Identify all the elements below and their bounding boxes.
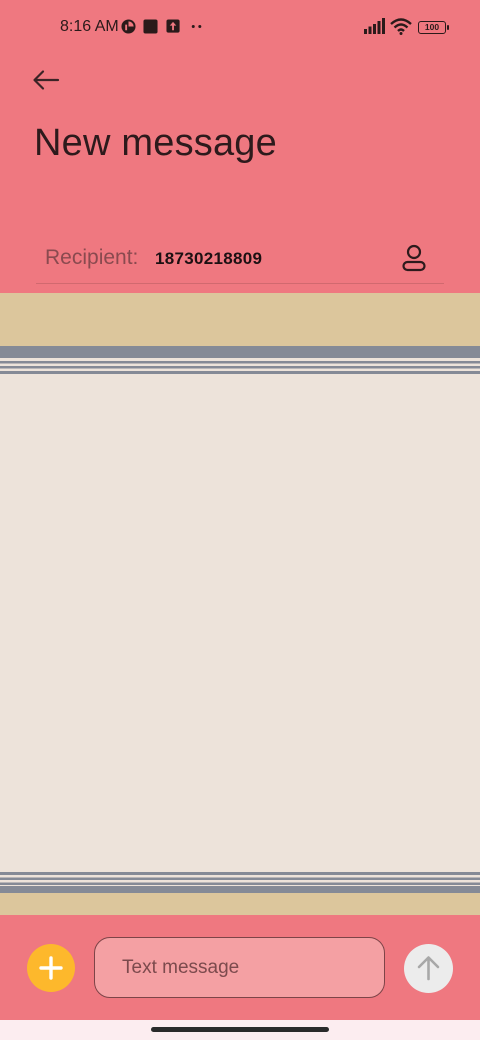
contact-picker-button[interactable] [398,242,430,274]
add-attachment-button[interactable] [27,944,75,992]
more-dots-icon [191,25,202,28]
upload-notification-icon [166,19,180,33]
home-indicator[interactable] [151,1027,329,1032]
composer-bar [0,915,480,1020]
wifi-icon [390,18,412,35]
decorative-stripes-bottom [0,872,480,893]
arrow-up-icon [417,956,440,981]
decorative-stripes-top [0,346,480,374]
decorative-band-bottom [0,893,480,915]
app-notification-icon [121,19,136,34]
navigation-bar [0,1020,480,1040]
recipient-input[interactable]: 18730218809 [155,249,262,269]
send-button[interactable] [404,944,453,993]
status-time: 8:16 AM [60,18,119,35]
header: 8:16 AM 100 New message Recipient: 18730… [0,0,480,293]
person-icon [402,244,426,272]
plus-icon [39,956,63,980]
signal-icon [364,18,385,34]
battery-icon: 100 [418,21,449,34]
status-bar: 8:16 AM 100 [0,0,480,56]
recipient-label: Recipient: [45,246,139,269]
decorative-band-top [0,293,480,346]
message-input[interactable] [94,937,385,998]
message-thread-area [0,374,480,872]
back-button[interactable] [28,64,64,96]
arrow-left-icon [33,70,60,90]
stop-square-icon [143,19,158,34]
recipient-row: Recipient: 18730218809 [36,236,444,284]
page-title: New message [34,122,277,164]
